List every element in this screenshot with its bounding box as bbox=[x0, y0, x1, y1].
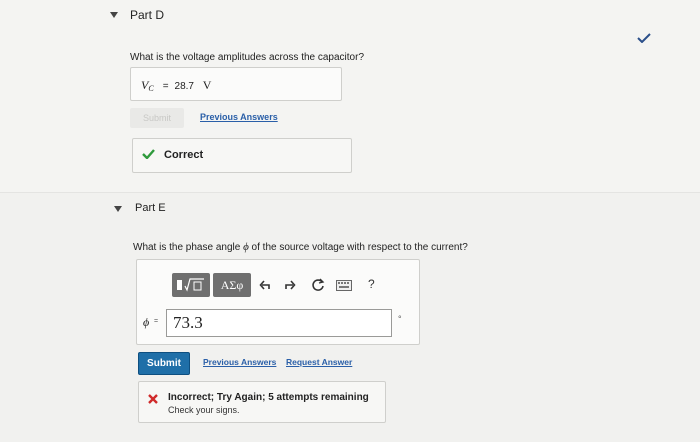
part-d-feedback-text: Correct bbox=[164, 149, 204, 161]
correct-check-icon bbox=[142, 149, 155, 159]
input-phi-label: ϕ bbox=[143, 315, 150, 329]
part-d-collapse-caret-icon[interactable] bbox=[110, 12, 118, 18]
greek-symbols-button[interactable]: ΑΣφ bbox=[213, 273, 251, 297]
answer-equals: = bbox=[162, 81, 169, 92]
part-d-status-check-icon bbox=[637, 33, 651, 43]
incorrect-feedback-hint: Check your signs. bbox=[168, 405, 240, 415]
reset-icon[interactable] bbox=[311, 278, 325, 292]
templates-button[interactable] bbox=[172, 273, 210, 297]
answer-unit: V bbox=[202, 78, 212, 92]
answer-value: 28.7 bbox=[174, 81, 194, 92]
answer-subscript: C bbox=[148, 84, 154, 93]
degree-unit: ° bbox=[398, 314, 402, 324]
part-e-submit-button[interactable]: Submit bbox=[138, 352, 190, 375]
part-d-answer-display: VC = 28.7 V bbox=[130, 67, 342, 101]
incorrect-feedback-title: Incorrect; Try Again; 5 attempts remaini… bbox=[168, 392, 369, 403]
keyboard-icon[interactable] bbox=[336, 280, 352, 291]
undo-icon[interactable] bbox=[259, 279, 271, 291]
phase-angle-input-value: 73.3 bbox=[173, 313, 203, 332]
incorrect-x-icon bbox=[148, 394, 158, 404]
part-d-submit-button: Submit bbox=[130, 108, 184, 128]
part-d-answer-text: VC = 28.7 V bbox=[141, 78, 211, 93]
redo-icon[interactable] bbox=[284, 279, 296, 291]
templates-icon bbox=[177, 278, 204, 292]
phase-angle-input[interactable]: 73.3 bbox=[166, 309, 392, 337]
part-e-collapse-caret-icon[interactable] bbox=[114, 206, 122, 212]
part-d-question: What is the voltage amplitudes across th… bbox=[130, 52, 365, 63]
question-text-start: What is the phase angle bbox=[133, 242, 244, 253]
part-e-question: What is the phase angle ϕ of the source … bbox=[133, 241, 468, 253]
help-button[interactable]: ? bbox=[368, 277, 375, 291]
input-label-equals: = bbox=[154, 318, 159, 325]
part-e-title: Part E bbox=[135, 202, 166, 214]
request-answer-link[interactable]: Request Answer bbox=[286, 357, 352, 367]
question-text-end: of the source voltage with respect to th… bbox=[248, 242, 468, 253]
part-e-previous-answers-link[interactable]: Previous Answers bbox=[203, 357, 276, 367]
part-d-title: Part D bbox=[130, 8, 165, 22]
part-d-previous-answers-link[interactable]: Previous Answers bbox=[200, 112, 278, 122]
